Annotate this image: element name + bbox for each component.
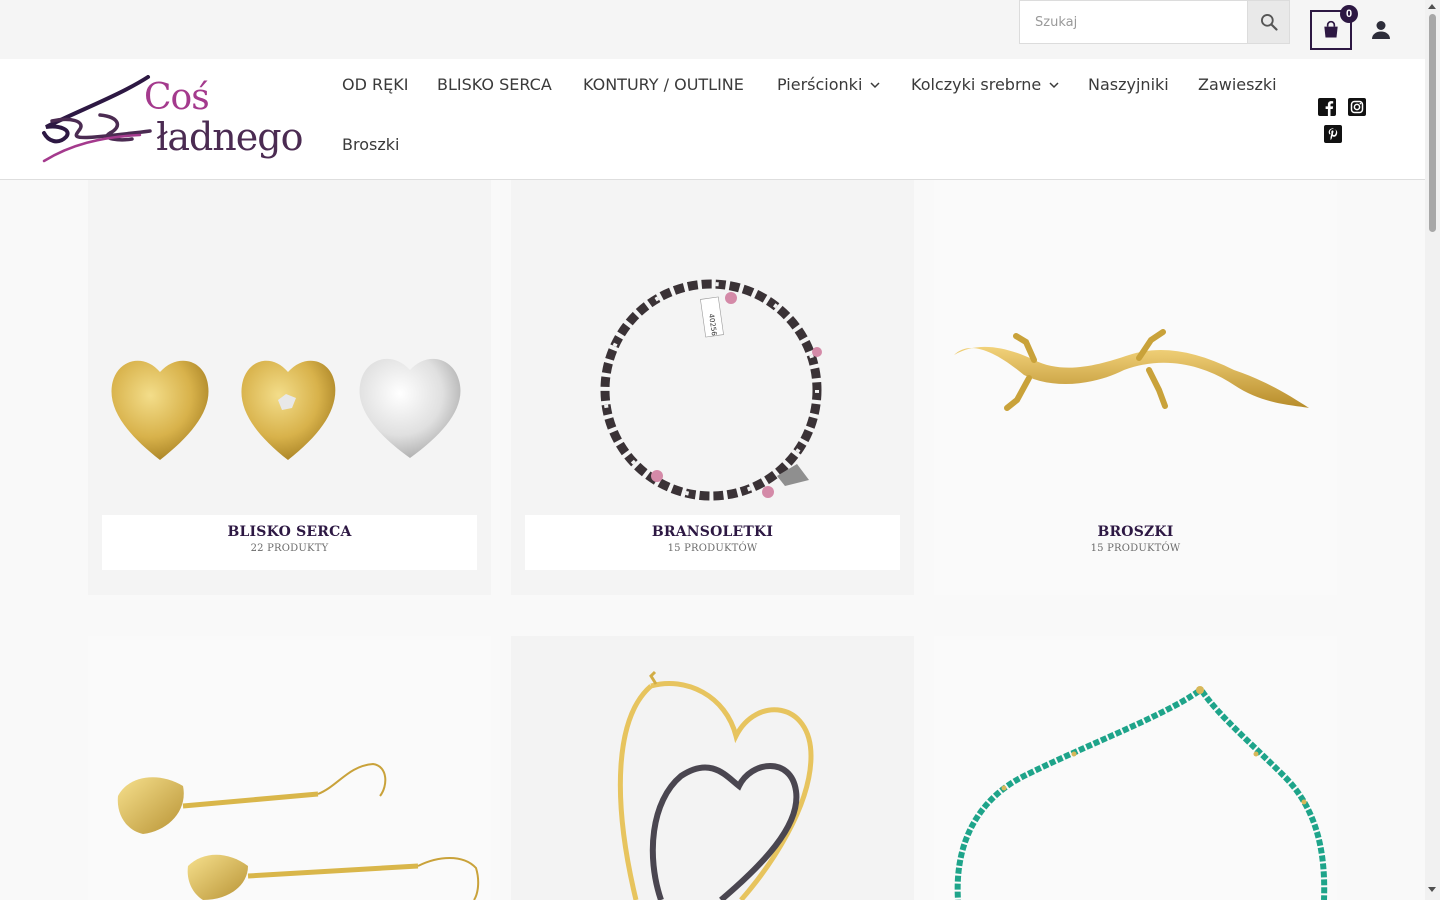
instagram-link[interactable] [1348, 98, 1366, 116]
logo-swirl-icon [42, 75, 152, 163]
category-product-count: 22 PRODUKTY [250, 543, 329, 554]
search-form [1019, 0, 1290, 44]
category-card-pendants[interactable] [511, 636, 914, 900]
chevron-down-icon [1049, 81, 1059, 88]
logo-text-line2: ładnego [156, 115, 303, 159]
search-input[interactable] [1019, 0, 1248, 44]
pinterest-link[interactable] [1324, 125, 1342, 143]
category-product-count: 15 PRODUKTÓW [1090, 543, 1181, 554]
cart-count-badge: 0 [1340, 5, 1358, 23]
category-card-broszki[interactable]: BROSZKI 15 PRODUKTÓW [934, 180, 1337, 595]
top-bar: 0 [0, 0, 1425, 59]
search-button[interactable] [1248, 0, 1290, 44]
category-card-blisko-serca[interactable]: BLISKO SERCA 22 PRODUKTY [88, 180, 491, 595]
category-image-heart-pendant [617, 670, 814, 900]
category-image-lizard-brooch [954, 329, 1309, 411]
facebook-icon [1318, 98, 1336, 116]
chevron-down-icon [870, 81, 880, 88]
account-button[interactable] [1369, 18, 1393, 42]
category-title: BRANSOLETKI [651, 524, 774, 540]
nav-item-label: Pierścionki [777, 75, 863, 94]
category-image-green-necklace [954, 686, 1328, 900]
nav-item-naszyjniki[interactable]: Naszyjniki [1088, 75, 1169, 94]
category-title: BLISKO SERCA [227, 524, 352, 540]
nav-item-blisko-serca[interactable]: BLISKO SERCA [437, 75, 552, 94]
nav-item-label: KONTURY / OUTLINE [583, 75, 744, 94]
category-label: BLISKO SERCA 22 PRODUKTY [102, 515, 477, 570]
nav-item-label: Zawieszki [1198, 75, 1277, 94]
category-image-hearts [111, 358, 461, 460]
facebook-link[interactable] [1318, 98, 1336, 116]
site-logo[interactable]: Coś ładnego [40, 75, 303, 165]
scroll-down-arrow-icon[interactable] [1428, 887, 1436, 892]
category-card-bransoletki[interactable]: 40256 BRANSOLETKI 15 PRODUKTÓW [511, 180, 914, 595]
nav-item-label: Naszyjniki [1088, 75, 1169, 94]
category-label: BROSZKI 15 PRODUKTÓW [948, 515, 1323, 570]
shopping-bag-icon [1324, 20, 1338, 38]
nav-item-label: Broszki [342, 135, 400, 154]
nav-item-label: OD RĘKI [342, 75, 409, 94]
scroll-up-arrow-icon[interactable] [1428, 4, 1436, 9]
nav-item-label: Kolczyki srebrne [911, 75, 1042, 94]
nav-item-label: BLISKO SERCA [437, 75, 552, 94]
cart-button[interactable]: 0 [1310, 5, 1358, 50]
nav-item-pierscionki[interactable]: Pierścionki [777, 75, 880, 94]
category-image-tulip-earrings [117, 762, 480, 900]
category-card-necklaces[interactable] [934, 636, 1337, 900]
instagram-icon [1348, 98, 1366, 116]
scrollbar-thumb[interactable] [1429, 14, 1436, 232]
nav-item-kontury-outline[interactable]: KONTURY / OUTLINE [583, 75, 744, 94]
category-product-count: 15 PRODUKTÓW [667, 543, 758, 554]
logo-text-line1: Coś [144, 77, 210, 118]
page-scrollbar[interactable] [1425, 0, 1440, 900]
user-icon [1372, 21, 1390, 39]
category-card-earrings[interactable] [88, 636, 491, 900]
category-label: BRANSOLETKI 15 PRODUKTÓW [525, 515, 900, 570]
category-title: BROSZKI [1097, 524, 1174, 540]
search-icon [1260, 14, 1278, 31]
category-image-bracelet: 40256 [600, 279, 822, 501]
nav-item-od-reki[interactable]: OD RĘKI [342, 75, 408, 94]
pinterest-icon [1324, 125, 1342, 143]
site-header: Coś ładnego OD RĘKI BLISKO SERCA KONTURY… [0, 59, 1425, 180]
nav-item-zawieszki[interactable]: Zawieszki [1198, 75, 1277, 94]
nav-item-kolczyki-srebrne[interactable]: Kolczyki srebrne [911, 75, 1059, 94]
nav-item-broszki[interactable]: Broszki [342, 135, 399, 154]
